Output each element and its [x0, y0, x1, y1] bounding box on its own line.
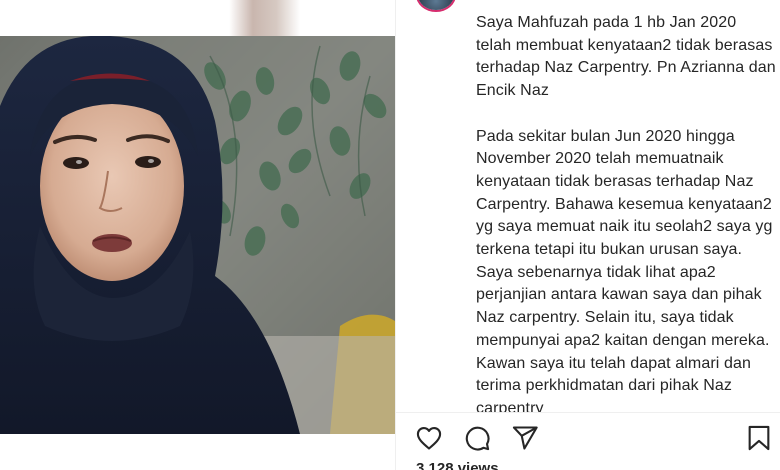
- user-avatar[interactable]: [416, 0, 456, 12]
- action-bar: [396, 418, 780, 458]
- bookmark-icon: [748, 425, 770, 451]
- views-count[interactable]: 3,128 views: [416, 460, 499, 470]
- like-button[interactable]: [413, 422, 445, 454]
- video-top-strip: [0, 0, 395, 36]
- video-frame-image: [0, 36, 395, 434]
- caption-panel: Saya Mahfuzah pada 1 hb Jan 2020 telah m…: [395, 0, 780, 470]
- heart-icon: [416, 427, 442, 450]
- caption-paragraph: Pada sekitar bulan Jun 2020 hingga Novem…: [476, 127, 773, 413]
- video-panel[interactable]: [0, 0, 395, 470]
- caption-paragraph: Saya Mahfuzah pada 1 hb Jan 2020 telah m…: [476, 14, 776, 100]
- share-button[interactable]: [509, 422, 541, 454]
- comment-button[interactable]: [461, 422, 493, 454]
- video-player[interactable]: [0, 36, 395, 434]
- save-button[interactable]: [743, 422, 775, 454]
- video-bottom-strip: [0, 434, 395, 470]
- post-caption: Saya Mahfuzah pada 1 hb Jan 2020 telah m…: [476, 12, 776, 412]
- comment-icon: [465, 426, 490, 451]
- divider: [396, 412, 780, 413]
- avatar-image: [418, 0, 454, 10]
- caption-scroll-area[interactable]: Saya Mahfuzah pada 1 hb Jan 2020 telah m…: [396, 0, 780, 412]
- paper-plane-icon: [512, 426, 538, 450]
